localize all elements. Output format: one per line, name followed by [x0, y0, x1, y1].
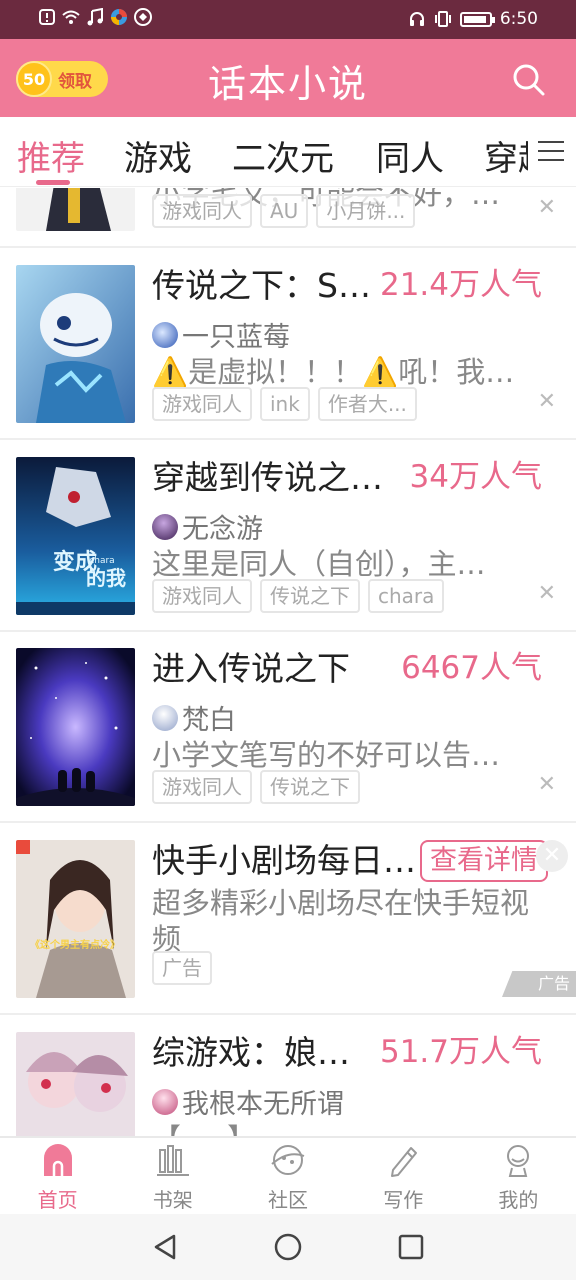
novel-title[interactable]: 穿越到传说之…: [152, 451, 383, 499]
novel-title[interactable]: 传说之下：S…: [152, 259, 371, 307]
book-cover: 变成 chara 的我: [16, 457, 135, 615]
tag[interactable]: 传说之下: [260, 579, 360, 613]
tag[interactable]: 游戏同人: [152, 579, 252, 613]
author-avatar: [152, 1088, 178, 1115]
author-avatar: [152, 513, 178, 540]
view-details-button[interactable]: 查看详情: [420, 840, 548, 882]
vibrate-icon: [434, 11, 451, 27]
tab-fanfic[interactable]: 同人: [376, 131, 444, 180]
popularity-count: 34万人气: [409, 459, 542, 495]
tag-list: 游戏同人 AU 小月饼...: [152, 194, 416, 228]
nav-community[interactable]: 社区: [230, 1138, 345, 1214]
status-right-icons: 6:50: [408, 9, 538, 29]
novel-card[interactable]: 进入传说之下 6467人气 梵白 小学文笔写的不好可以告… 游戏同人 传说之下 …: [0, 632, 576, 823]
app-header: 50 领取 话本小说: [0, 39, 576, 117]
ad-description-line2: 频: [152, 922, 182, 956]
author-avatar: [152, 321, 178, 348]
tag[interactable]: AU: [260, 194, 309, 228]
tag[interactable]: 游戏同人: [152, 387, 252, 421]
app-icon: [111, 9, 127, 25]
pen-icon: [391, 1147, 418, 1177]
tag-list: 游戏同人 ink 作者大...: [152, 387, 417, 421]
novel-card[interactable]: 变成 chara 的我 穿越到传说之… 34万人气 无念游 这里是同人（自创），…: [0, 441, 576, 632]
svg-text:chara: chara: [89, 556, 114, 566]
status-bar: 6:50: [0, 0, 576, 39]
menu-icon[interactable]: [528, 117, 576, 186]
ad-cover: 《这个男主有点冷》: [16, 840, 135, 998]
dismiss-icon[interactable]: ✕: [538, 772, 556, 797]
novel-description: ⚠️是虚拟！！！⚠️吼！我…: [152, 355, 515, 389]
novel-description: 这里是同人（自创），主…: [152, 547, 486, 581]
profile-icon: [507, 1145, 530, 1177]
tag-list: 广告: [152, 951, 212, 985]
warning-icon: ⚠️: [362, 355, 399, 389]
ad-badge: 广告: [502, 971, 576, 997]
app-icon-2: [134, 8, 152, 26]
app-title: 话本小说: [207, 62, 368, 106]
novel-description: 【 ... 】: [152, 1116, 552, 1136]
svg-text:的我: 的我: [86, 566, 126, 590]
home-circle-icon[interactable]: [273, 1232, 303, 1262]
popularity-count: 21.4万人气: [379, 267, 542, 303]
tag[interactable]: 作者大...: [317, 387, 417, 421]
novel-card[interactable]: 传说之下：S… 21.4万人气 一只蓝莓 ⚠️是虚拟！！！⚠️吼！我… 游戏同人…: [0, 249, 576, 440]
tag[interactable]: 游戏同人: [152, 194, 252, 228]
ad-close-icon[interactable]: ✕: [536, 840, 568, 872]
system-nav-bar: [0, 1214, 576, 1280]
nav-home[interactable]: 首页: [0, 1138, 115, 1214]
nav-write[interactable]: 写作: [346, 1138, 461, 1214]
novel-description: 小学文笔写的不好可以告…: [152, 738, 501, 772]
category-tabs: 推荐 游戏 二次元 同人 穿越: [0, 117, 576, 187]
bookshelf-icon: [156, 1145, 189, 1176]
tab-recommend[interactable]: 推荐: [17, 131, 85, 180]
novel-title[interactable]: 进入传说之下: [152, 642, 350, 690]
dismiss-icon[interactable]: ✕: [538, 581, 556, 606]
popularity-count: 51.7万人气: [379, 1034, 542, 1070]
bottom-nav: 首页 书架 社区 写作 我的: [0, 1136, 576, 1214]
music-icon: [87, 8, 103, 26]
ad-title[interactable]: 快手小剧场每日…: [152, 834, 416, 882]
tab-indicator: [36, 180, 70, 185]
status-time: 6:50: [499, 9, 538, 29]
status-left-icons: [38, 8, 152, 26]
recents-icon[interactable]: [396, 1232, 426, 1262]
search-icon[interactable]: [512, 63, 546, 97]
dismiss-icon[interactable]: ✕: [538, 195, 556, 220]
tag[interactable]: 游戏同人: [152, 770, 252, 804]
ad-cover-text: 《这个男主有点冷》: [30, 938, 120, 951]
novel-card-partial[interactable]: 小字毛文，可能会不好，… 游戏同人 AU 小月饼... ✕: [0, 188, 576, 248]
ad-card[interactable]: 《这个男主有点冷》 快手小剧场每日… 查看详情 ✕ 超多精彩小剧场尽在快手短视 …: [0, 824, 576, 1015]
nav-profile[interactable]: 我的: [461, 1138, 576, 1214]
notification-icon: [39, 9, 55, 25]
book-cover: [16, 648, 135, 806]
author-avatar: [152, 704, 178, 731]
wifi-icon: [62, 10, 80, 24]
tab-acg[interactable]: 二次元: [232, 131, 334, 180]
dismiss-icon[interactable]: ✕: [538, 389, 556, 414]
book-cover: [16, 188, 135, 231]
community-icon: [271, 1145, 305, 1175]
tag[interactable]: ink: [260, 387, 310, 421]
tag[interactable]: 传说之下: [260, 770, 360, 804]
home-icon: [43, 1144, 72, 1176]
tag-list: 游戏同人 传说之下: [152, 770, 360, 804]
tag[interactable]: chara: [368, 579, 445, 613]
warning-icon: ⚠️: [152, 355, 189, 389]
novel-title[interactable]: 综游戏：娘…: [152, 1026, 350, 1074]
book-cover: [16, 265, 135, 423]
ad-tag: 广告: [152, 951, 212, 985]
nav-bookshelf[interactable]: 书架: [115, 1138, 230, 1214]
headphone-icon: [409, 12, 424, 26]
tab-games[interactable]: 游戏: [124, 131, 192, 180]
battery-icon: [459, 11, 495, 27]
novel-card[interactable]: 综游戏：娘… 51.7万人气 我根本无所谓 【 ... 】: [0, 1016, 576, 1136]
novel-feed[interactable]: 小字毛文，可能会不好，… 游戏同人 AU 小月饼... ✕ 传说之下：S… 21…: [0, 188, 576, 1136]
popularity-count: 6467人气: [401, 650, 542, 686]
back-icon[interactable]: [150, 1232, 180, 1262]
book-cover: [16, 1032, 135, 1136]
tag-list: 游戏同人 传说之下 chara: [152, 579, 445, 613]
tag[interactable]: 小月饼...: [316, 194, 416, 228]
